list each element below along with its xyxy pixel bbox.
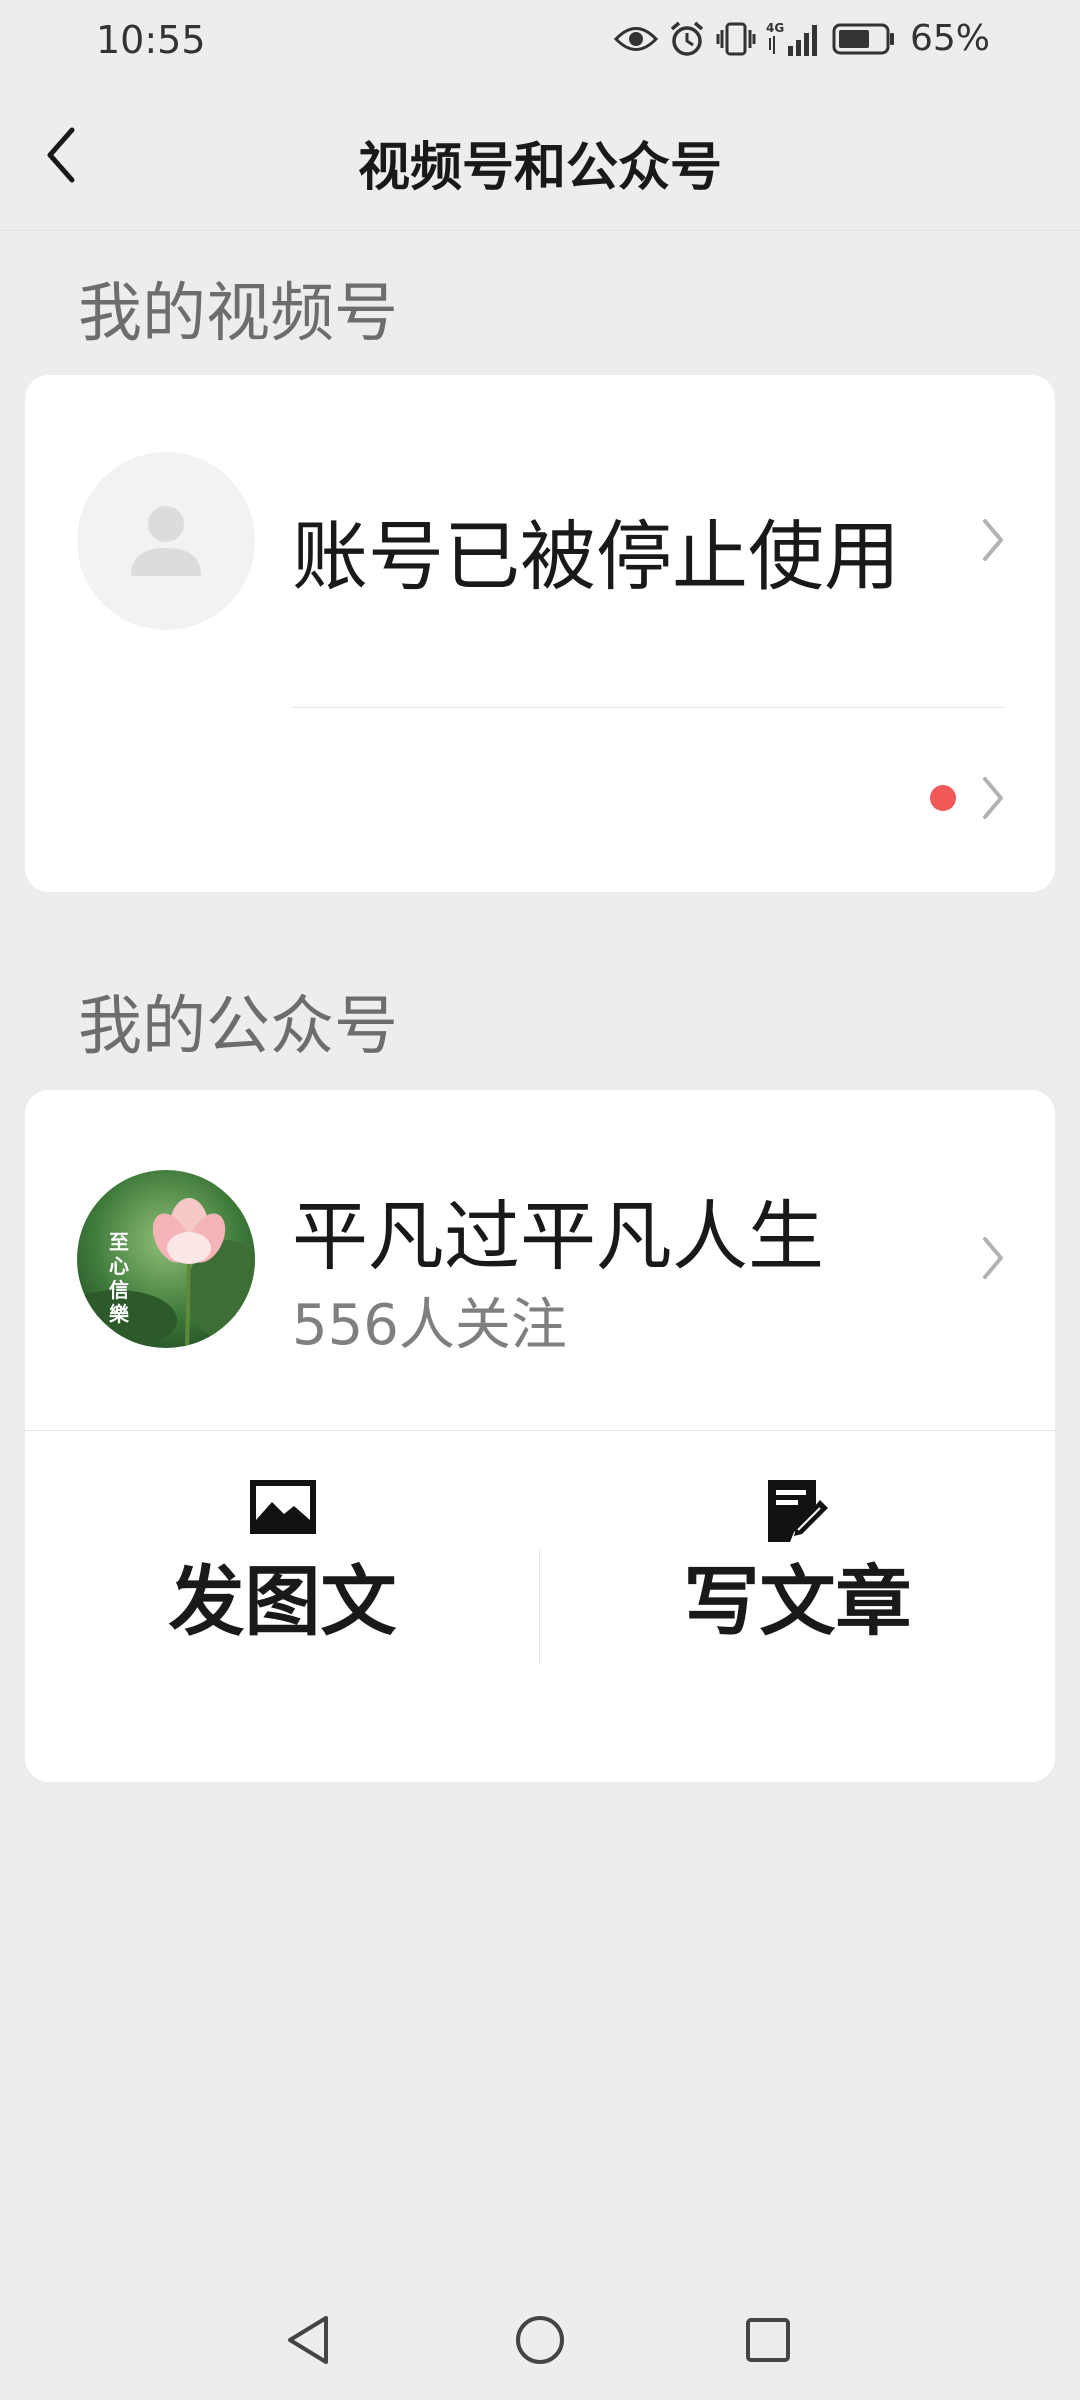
eye-icon [613, 24, 658, 54]
chevron-right-icon [980, 517, 1006, 563]
official-card: 至心信樂 平凡过平凡人生 556人关注 发图文 写文章 [25, 1090, 1055, 1782]
post-image-text-label: 发图文 [168, 1557, 397, 1646]
image-icon [249, 1480, 316, 1538]
chevron-right-icon [980, 1235, 1006, 1281]
write-article-label: 写文章 [683, 1557, 912, 1646]
page-title: 视频号和公众号 [357, 138, 722, 198]
edit-document-icon [767, 1480, 828, 1546]
recents-square-icon[interactable] [738, 2310, 798, 2370]
channels-account-name: 账号已被停止使用 [292, 512, 900, 601]
channels-card: 账号已被停止使用 [25, 375, 1055, 892]
avatar [77, 452, 255, 630]
official-account-row[interactable]: 至心信樂 平凡过平凡人生 556人关注 [25, 1090, 1055, 1430]
system-nav-bar [0, 2290, 1080, 2400]
channels-notification-row[interactable] [25, 708, 1055, 892]
write-article-button[interactable]: 写文章 [540, 1430, 1055, 1680]
channels-account-row[interactable]: 账号已被停止使用 [25, 375, 1055, 705]
back-triangle-icon[interactable] [280, 2310, 340, 2370]
lotus-avatar-image [77, 1170, 255, 1348]
battery-icon [832, 22, 896, 56]
vibrate-icon [716, 20, 756, 58]
notification-dot [930, 785, 956, 811]
channels-section-title: 我的视频号 [78, 277, 398, 351]
avatar: 至心信樂 [77, 1170, 255, 1348]
battery-percent: 65% [909, 18, 990, 59]
avatar-caption: 至心信樂 [109, 1230, 129, 1326]
follower-count: 556人关注 [292, 1293, 567, 1358]
official-section-title: 我的公众号 [78, 990, 398, 1064]
status-bar: 10:55 4G 65% [0, 0, 1080, 80]
official-account-name: 平凡过平凡人生 [292, 1192, 824, 1281]
status-icons: 4G 65% [613, 18, 990, 59]
user-placeholder-icon [131, 506, 201, 576]
svg-text:4G: 4G [766, 21, 784, 35]
home-circle-icon[interactable] [510, 2310, 570, 2370]
signal-icon: 4G [766, 20, 822, 58]
status-time: 10:55 [96, 18, 206, 62]
alarm-icon [668, 20, 706, 58]
chevron-right-icon [980, 775, 1006, 821]
post-image-text-button[interactable]: 发图文 [25, 1430, 540, 1680]
nav-bar: 视频号和公众号 [0, 80, 1080, 231]
